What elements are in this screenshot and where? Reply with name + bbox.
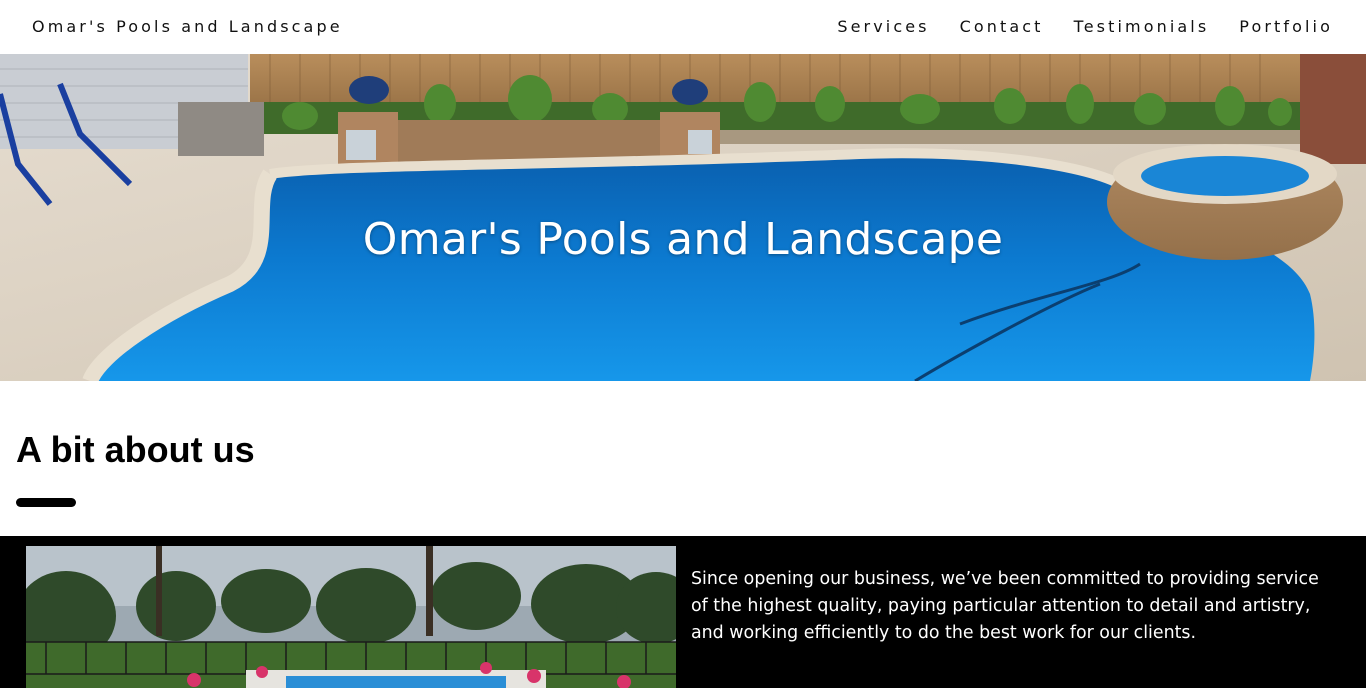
brand-link[interactable]: Omar's Pools and Landscape [32, 17, 343, 36]
about-body-text: Since opening our business, we’ve been c… [691, 569, 1319, 643]
hero-banner: Omar's Pools and Landscape [0, 54, 1366, 381]
about-photo [26, 546, 676, 688]
nav-portfolio-link[interactable]: Portfolio [1239, 17, 1333, 36]
heading-divider [16, 498, 76, 507]
nav-services-link[interactable]: Services [837, 17, 929, 36]
hero-title: Omar's Pools and Landscape [362, 214, 1004, 265]
top-navigation: Omar's Pools and Landscape Services Cont… [0, 0, 1366, 54]
about-section: Since opening our business, we’ve been c… [0, 536, 1366, 688]
about-heading: A bit about us [16, 429, 255, 470]
main-nav: Services Contact Testimonials Portfolio [807, 17, 1333, 36]
nav-contact-link[interactable]: Contact [960, 17, 1044, 36]
nav-testimonials-link[interactable]: Testimonials [1074, 17, 1210, 36]
backyard-photo [26, 546, 676, 688]
